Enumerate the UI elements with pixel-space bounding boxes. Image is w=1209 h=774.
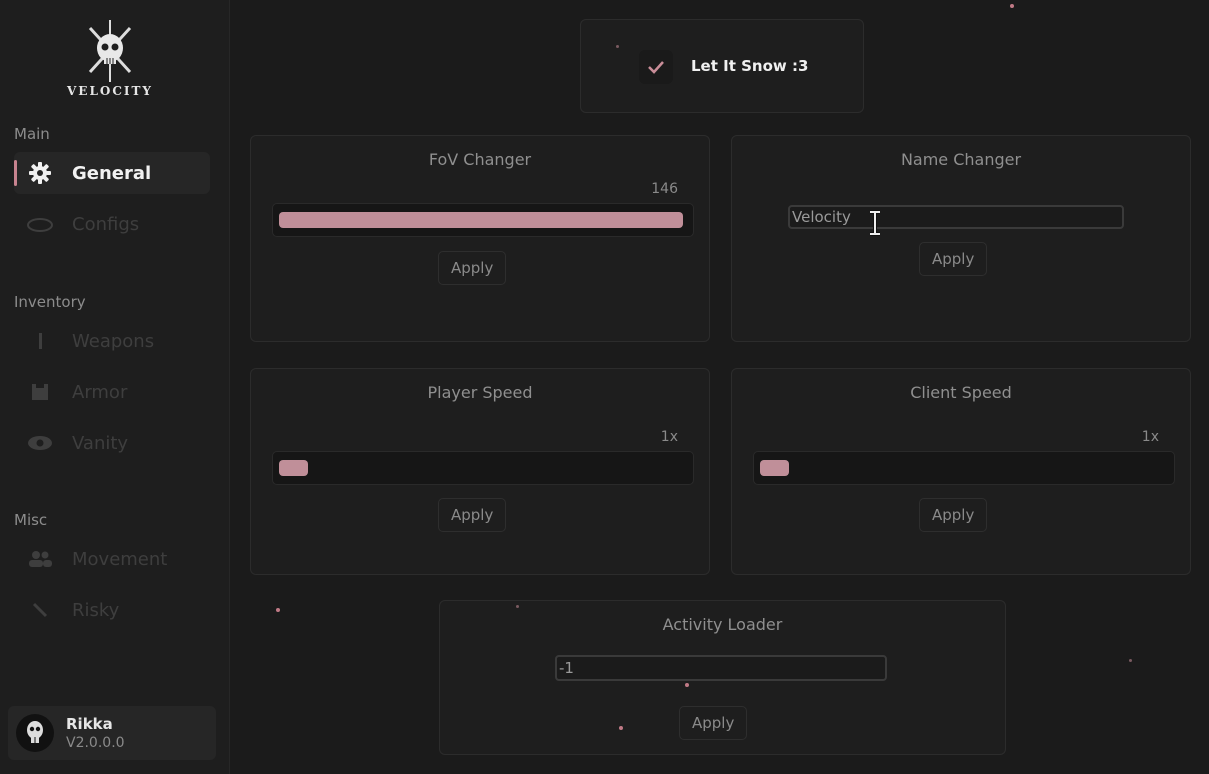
section-label-misc: Misc: [14, 511, 48, 529]
sidebar-item-label: Risky: [72, 599, 120, 621]
sidebar-item-armor[interactable]: Armor: [14, 371, 210, 413]
player-speed-apply-button[interactable]: Apply: [438, 498, 507, 532]
card-title: Name Changer: [900, 150, 1022, 169]
sidebar-item-label: Vanity: [72, 432, 129, 454]
logo-text: VELOCITY: [66, 84, 153, 98]
card-title: Client Speed: [910, 383, 1012, 402]
client-speed-apply-button[interactable]: Apply: [919, 498, 988, 532]
player-speed-slider-fill: [279, 460, 308, 476]
snow-particle: [276, 608, 280, 612]
text-cursor-icon: [870, 210, 880, 236]
sidebar-item-label: Armor: [72, 381, 128, 403]
card-title: Player Speed: [427, 383, 533, 402]
sidebar-item-label: Movement: [72, 548, 168, 570]
player-speed-slider[interactable]: [272, 451, 694, 485]
fov-value: 146: [651, 181, 678, 197]
velocity-logo: VELOCITY: [60, 20, 160, 104]
eye-icon: [26, 431, 54, 455]
fov-changer-card: FoV Changer 146 Apply: [250, 135, 710, 342]
users-icon: [26, 547, 54, 571]
armor-icon: [26, 380, 54, 404]
sidebar-item-weapons[interactable]: Weapons: [14, 320, 210, 362]
weapon-icon: [26, 329, 54, 353]
cloud-icon: [26, 212, 54, 236]
snow-particle: [1010, 4, 1014, 8]
name-changer-card: Name Changer Apply: [731, 135, 1191, 342]
player-speed-value: 1x: [660, 429, 678, 445]
skull-icon: [27, 721, 43, 743]
sidebar-item-configs[interactable]: Configs: [14, 203, 210, 245]
client-speed-value: 1x: [1141, 429, 1159, 445]
activity-loader-card: Activity Loader Apply: [439, 600, 1006, 755]
client-speed-card: Client Speed 1x Apply: [731, 368, 1191, 575]
user-profile[interactable]: Rikka V2.0.0.0: [8, 706, 216, 760]
snow-particle: [1129, 659, 1132, 662]
player-speed-card: Player Speed 1x Apply: [250, 368, 710, 575]
slash-icon: [26, 598, 54, 622]
activity-id-input[interactable]: [555, 655, 887, 681]
activity-apply-button[interactable]: Apply: [679, 706, 748, 740]
avatar: [16, 714, 54, 752]
sidebar-item-label: Configs: [72, 213, 140, 235]
snow-checkbox[interactable]: [639, 50, 673, 84]
fov-slider-fill: [279, 212, 683, 228]
sidebar-item-movement[interactable]: Movement: [14, 538, 210, 580]
sidebar-item-label: Weapons: [72, 330, 155, 352]
snow-toggle-label: Let It Snow :3: [691, 57, 809, 75]
name-input[interactable]: [788, 205, 1124, 229]
sidebar-item-vanity[interactable]: Vanity: [14, 422, 210, 464]
snow-particle: [619, 726, 623, 730]
client-speed-slider[interactable]: [753, 451, 1175, 485]
section-label-main: Main: [14, 125, 50, 143]
snow-particle: [616, 45, 619, 48]
snow-particle: [685, 683, 689, 687]
card-title: FoV Changer: [428, 150, 532, 169]
name-apply-button[interactable]: Apply: [919, 242, 988, 276]
sidebar-item-risky[interactable]: Risky: [14, 589, 210, 631]
user-name: Rikka: [66, 715, 113, 733]
sidebar: VELOCITY Main General Configs Inventory …: [0, 0, 230, 774]
client-speed-slider-fill: [760, 460, 789, 476]
snow-toggle-card: Let It Snow :3: [580, 19, 864, 113]
sidebar-item-label: General: [72, 162, 152, 184]
section-label-inventory: Inventory: [14, 293, 86, 311]
card-title: Activity Loader: [662, 615, 783, 634]
fov-slider[interactable]: [272, 203, 694, 237]
skull-swords-icon: [88, 20, 132, 82]
fov-apply-button[interactable]: Apply: [438, 251, 507, 285]
sidebar-item-general[interactable]: General: [14, 152, 210, 194]
check-icon: [648, 61, 664, 74]
gear-icon: [26, 161, 54, 185]
snow-particle: [516, 605, 519, 608]
app-version: V2.0.0.0: [66, 735, 125, 751]
